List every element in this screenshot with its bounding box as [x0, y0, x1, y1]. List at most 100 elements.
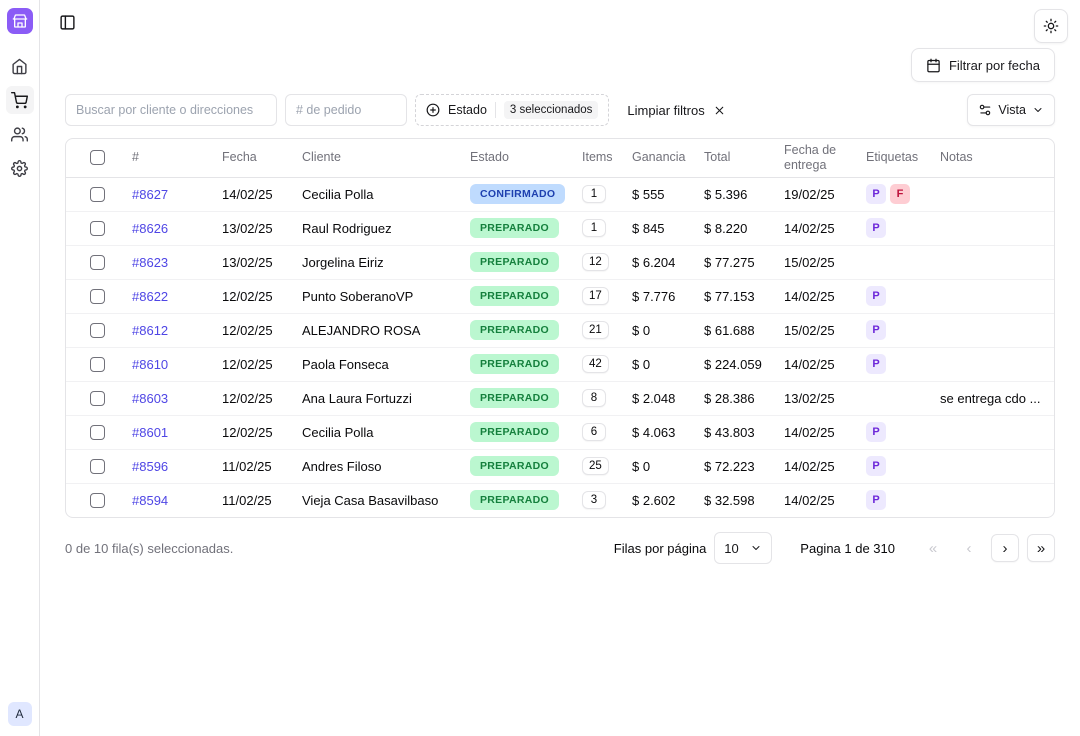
notes-text	[932, 347, 1054, 381]
notes-text	[932, 483, 1054, 517]
total-value: $ 77.275	[696, 245, 776, 279]
view-options-label: Vista	[998, 103, 1026, 117]
table-row: #861012/02/25Paola FonsecaPREPARADO42$ 0…	[66, 347, 1054, 381]
orders-table: # Fecha Cliente Estado Items Ganancia To…	[65, 138, 1055, 518]
date-filter-button[interactable]: Filtrar por fecha	[911, 48, 1055, 82]
order-date: 12/02/25	[214, 347, 294, 381]
tag-badge: P	[866, 456, 886, 476]
user-avatar[interactable]: A	[8, 702, 32, 726]
tag-list: P	[866, 456, 924, 476]
row-checkbox[interactable]	[90, 391, 105, 406]
row-checkbox[interactable]	[90, 357, 105, 372]
view-options-button[interactable]: Vista	[967, 94, 1055, 126]
status-badge: PREPARADO	[470, 456, 559, 476]
order-id-link[interactable]: #8601	[132, 425, 168, 440]
order-number-input[interactable]	[285, 94, 407, 126]
order-id-link[interactable]: #8612	[132, 323, 168, 338]
status-badge: PREPARADO	[470, 320, 559, 340]
date-filter-label: Filtrar por fecha	[949, 58, 1040, 73]
items-count: 12	[582, 253, 609, 271]
row-checkbox[interactable]	[90, 187, 105, 202]
order-id-link[interactable]: #8627	[132, 187, 168, 202]
delivery-date: 19/02/25	[776, 177, 858, 211]
table-row: #861212/02/25ALEJANDRO ROSAPREPARADO21$ …	[66, 313, 1054, 347]
next-page-button[interactable]: ›	[991, 534, 1019, 562]
sliders-icon	[978, 103, 992, 117]
column-header-estado: Estado	[462, 139, 574, 177]
app-logo-button[interactable]	[7, 8, 33, 34]
calendar-icon	[926, 58, 941, 73]
order-date: 13/02/25	[214, 245, 294, 279]
theme-toggle-button[interactable]	[1034, 9, 1068, 43]
row-checkbox[interactable]	[90, 323, 105, 338]
row-checkbox[interactable]	[90, 425, 105, 440]
tag-list: P	[866, 354, 924, 374]
row-checkbox[interactable]	[90, 221, 105, 236]
column-header-cliente: Cliente	[294, 139, 462, 177]
table-row: #860112/02/25Cecilia PollaPREPARADO6$ 4.…	[66, 415, 1054, 449]
store-icon	[12, 13, 28, 29]
order-id-link[interactable]: #8622	[132, 289, 168, 304]
order-date: 12/02/25	[214, 415, 294, 449]
order-id-link[interactable]: #8594	[132, 493, 168, 508]
sidebar-item-settings[interactable]	[6, 154, 34, 182]
total-value: $ 32.598	[696, 483, 776, 517]
total-value: $ 43.803	[696, 415, 776, 449]
prev-page-button[interactable]: ‹	[955, 534, 983, 562]
table-row: #860312/02/25Ana Laura FortuzziPREPARADO…	[66, 381, 1054, 415]
tag-list: P	[866, 286, 924, 306]
select-all-checkbox[interactable]	[90, 150, 105, 165]
notes-text	[932, 279, 1054, 313]
tag-badge: F	[890, 184, 910, 204]
row-checkbox[interactable]	[90, 255, 105, 270]
order-date: 12/02/25	[214, 381, 294, 415]
tag-badge: P	[866, 218, 886, 238]
order-id-link[interactable]: #8626	[132, 221, 168, 236]
tag-badge: P	[866, 184, 886, 204]
sun-icon	[1043, 18, 1059, 34]
column-header-id: #	[124, 139, 214, 177]
tag-list: P	[866, 320, 924, 340]
table-row: #859411/02/25Vieja Casa BasavilbasoPREPA…	[66, 483, 1054, 517]
notes-text	[932, 245, 1054, 279]
sidebar-item-orders[interactable]	[6, 86, 34, 114]
filter-bar: Estado 3 seleccionados Limpiar filtros V…	[65, 94, 1055, 126]
order-id-link[interactable]: #8623	[132, 255, 168, 270]
order-date: 14/02/25	[214, 177, 294, 211]
order-id-link[interactable]: #8603	[132, 391, 168, 406]
order-id-link[interactable]: #8596	[132, 459, 168, 474]
clear-filters-button[interactable]: Limpiar filtros	[617, 94, 735, 126]
items-count: 8	[582, 389, 606, 407]
sidebar-item-home[interactable]	[6, 52, 34, 80]
order-date: 13/02/25	[214, 211, 294, 245]
rows-per-page-select[interactable]: 10	[714, 532, 772, 564]
status-badge: PREPARADO	[470, 422, 559, 442]
row-checkbox[interactable]	[90, 459, 105, 474]
notes-text	[932, 449, 1054, 483]
sidebar-nav	[6, 52, 34, 182]
row-checkbox[interactable]	[90, 289, 105, 304]
sidebar-item-customers[interactable]	[6, 120, 34, 148]
sidebar-toggle-button[interactable]	[54, 9, 80, 35]
order-id-link[interactable]: #8610	[132, 357, 168, 372]
plus-circle-icon	[426, 103, 440, 117]
first-page-button[interactable]: «	[919, 534, 947, 562]
table-header-row: # Fecha Cliente Estado Items Ganancia To…	[66, 139, 1054, 177]
delivery-date: 14/02/25	[776, 483, 858, 517]
last-page-button[interactable]: »	[1027, 534, 1055, 562]
estado-filter-button[interactable]: Estado 3 seleccionados	[415, 94, 609, 126]
ganancia-value: $ 7.776	[624, 279, 696, 313]
search-input[interactable]	[65, 94, 277, 126]
total-value: $ 61.688	[696, 313, 776, 347]
page-info: Pagina 1 de 310	[800, 541, 895, 556]
status-badge: CONFIRMADO	[470, 184, 565, 204]
status-badge: PREPARADO	[470, 252, 559, 272]
row-checkbox[interactable]	[90, 493, 105, 508]
ganancia-value: $ 0	[624, 347, 696, 381]
users-icon	[11, 126, 28, 143]
customer-name: Jorgelina Eiriz	[294, 245, 462, 279]
total-value: $ 8.220	[696, 211, 776, 245]
delivery-date: 14/02/25	[776, 211, 858, 245]
tag-badge: P	[866, 320, 886, 340]
close-icon	[713, 104, 726, 117]
